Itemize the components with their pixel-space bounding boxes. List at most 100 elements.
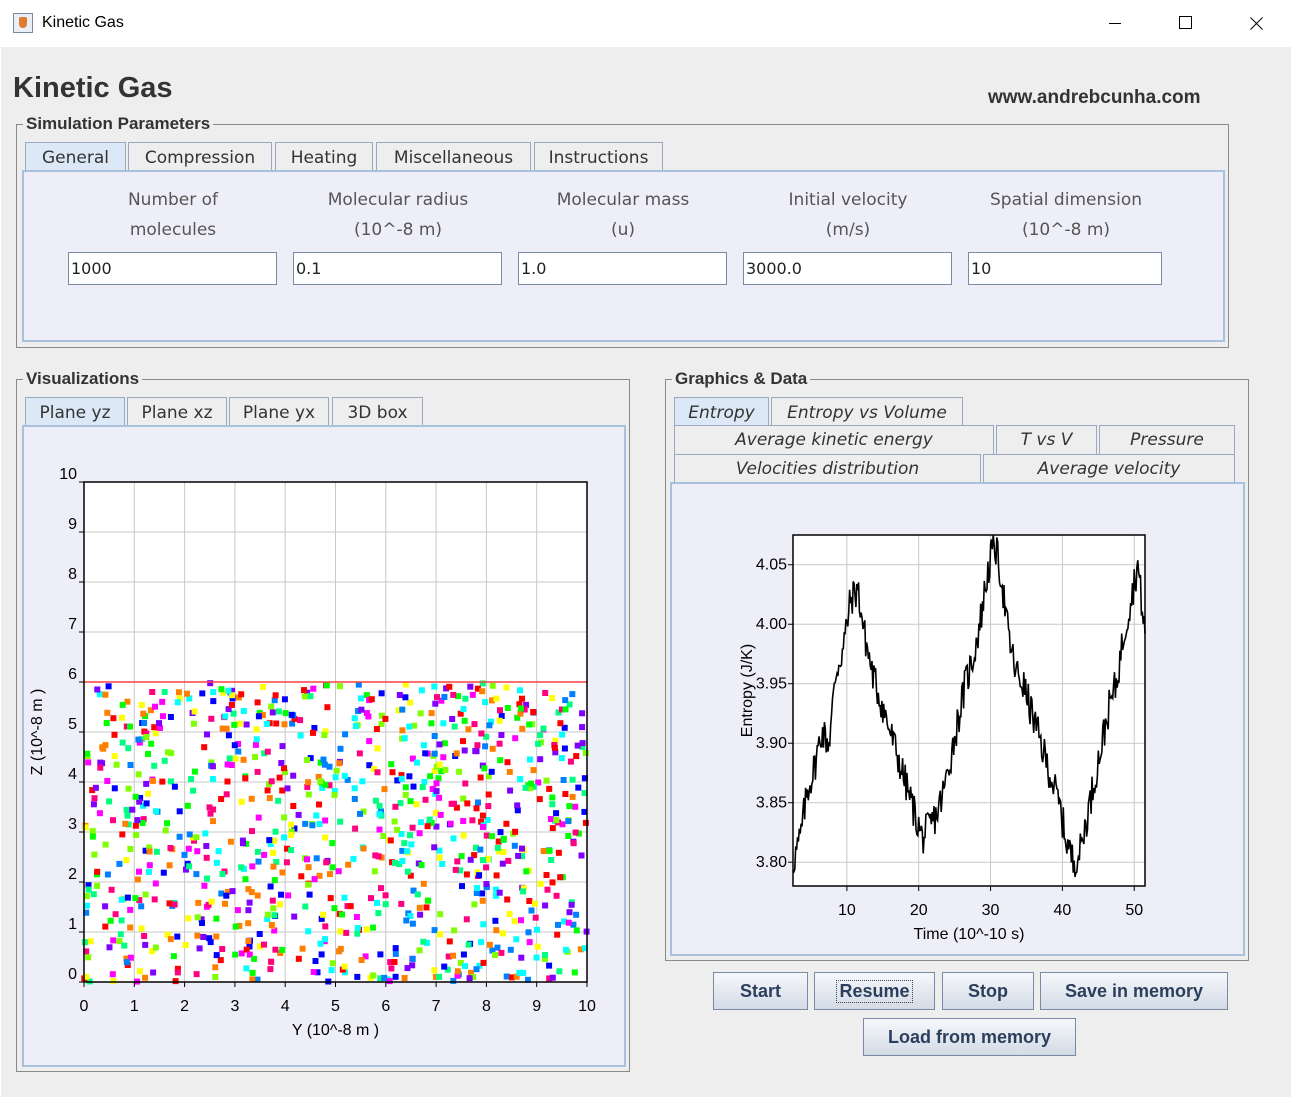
molecule [579,710,586,717]
tab-miscellaneous[interactable]: Miscellaneous [376,142,531,172]
molecules-field[interactable] [68,252,277,285]
molecule [232,923,239,930]
molecule [194,848,201,855]
molecule [264,787,271,794]
tab-t-vs-v[interactable]: T vs V [996,425,1097,454]
molecule [534,926,540,933]
resume-button[interactable]: Resume [814,972,935,1010]
resume-button-label: Resume [836,979,913,1003]
molecule [356,750,363,757]
molecule [119,701,126,708]
molecule [317,778,324,785]
molecule [559,731,566,738]
molecule [232,951,239,958]
molecule [485,791,492,798]
molecule [482,699,489,706]
molecule [223,791,230,798]
molecule [337,745,344,752]
molecule [267,883,274,890]
molecule [450,952,457,959]
molecule [380,833,387,839]
tab-instructions[interactable]: Instructions [534,142,663,172]
molecule [146,848,153,855]
molecule [279,787,286,794]
molecule [549,974,556,981]
molecule [143,800,150,807]
dimension-field[interactable] [968,252,1162,285]
molecule [417,710,424,717]
molecule [474,885,481,891]
molecule [485,803,492,810]
tab-velocities-distribution[interactable]: Velocities distribution [674,454,981,483]
molecule [185,915,192,922]
molecule [279,946,286,953]
molecule [543,777,550,784]
molecule [486,941,493,948]
close-icon[interactable] [1233,0,1279,46]
tab-general[interactable]: General [25,142,126,172]
molecule [210,806,217,813]
molecule [537,756,544,763]
molecule [522,784,529,791]
stop-button[interactable]: Stop [942,972,1034,1010]
molecule [456,768,463,775]
molecule [477,774,484,781]
molecule [270,849,277,856]
x-tick-label: 0 [80,998,89,1015]
minimize-icon[interactable] [1092,0,1138,46]
start-button[interactable]: Start [713,972,808,1010]
molecule [279,743,286,750]
save-in-memory-button[interactable]: Save in memory [1040,972,1228,1010]
tab-plane-xz[interactable]: Plane xz [127,397,227,427]
molecule [407,832,413,839]
molecule [222,900,228,907]
molecule [194,932,201,939]
tab-average-kinetic-energy[interactable]: Average kinetic energy [674,425,994,454]
molecule [416,947,423,954]
molecule [186,863,193,870]
molecule [431,683,438,690]
molecule [84,750,91,757]
molecule [441,740,448,747]
velocity-field[interactable] [743,252,952,285]
y-tick-label: 3.85 [756,795,787,812]
molecule [167,845,174,851]
molecule [254,699,261,706]
load-from-memory-button[interactable]: Load from memory [863,1018,1076,1056]
tab-plane-yx[interactable]: Plane yx [229,397,329,427]
molecule [469,817,476,824]
molecule [449,716,456,722]
molecule [152,880,159,887]
molecule [306,891,313,898]
tab-plane-yz[interactable]: Plane yz [25,397,125,427]
tab-average-velocity[interactable]: Average velocity [983,454,1235,483]
molecule [503,820,510,827]
molecule [336,760,343,767]
tab-pressure[interactable]: Pressure [1099,425,1235,454]
maximize-icon[interactable] [1163,0,1209,46]
molecule [90,891,97,898]
molecule [512,735,519,742]
molecule [558,755,565,762]
molecule [191,768,198,775]
tab-compression[interactable]: Compression [128,142,272,172]
molecule [171,901,178,908]
molecule [382,892,389,899]
tab-entropy-vs-volume[interactable]: Entropy vs Volume [771,397,963,427]
molecule [572,829,579,836]
molecule [515,852,522,859]
molecule [506,911,513,917]
molecule [473,748,480,755]
radius-field[interactable] [293,252,502,285]
molecule [272,692,279,699]
molecule [108,886,115,893]
molecule [421,779,428,785]
molecule [566,803,573,810]
tab-heating[interactable]: Heating [275,142,373,172]
molecule [136,968,143,975]
x-tick-label: 2 [180,998,189,1015]
tab-3d-box[interactable]: 3D box [332,397,423,427]
tab-entropy[interactable]: Entropy [674,397,769,427]
mass-field[interactable] [518,252,727,285]
y-tick-label: 1 [68,916,77,933]
